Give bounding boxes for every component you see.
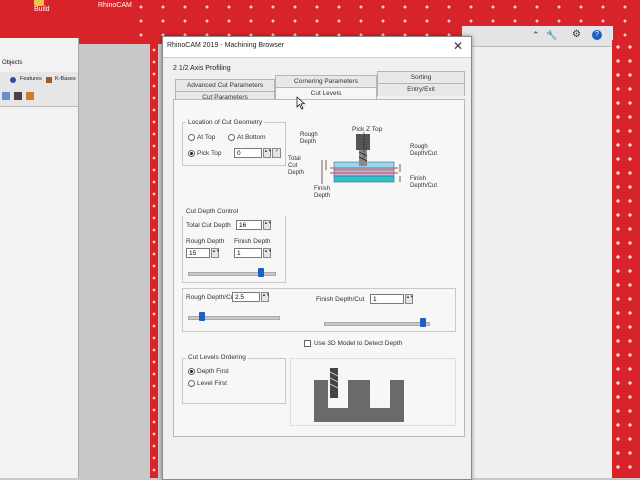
rough-depth-input[interactable]: 15 [186,248,210,258]
tool-icon[interactable] [26,92,34,100]
diagram-label-rough-depth-cut: Rough Depth/Cut [410,144,438,157]
diagram-label-pick-z-top: Pick Z Top [352,126,383,133]
app-name: RhinoCAM [98,2,132,9]
radio-at-bottom-label: At Bottom [237,134,266,141]
finish-depth-cut-slider-track[interactable] [324,322,430,326]
app-menu-label[interactable]: Build [34,6,50,13]
finish-depth-cut-spinner[interactable]: ▲▼ [405,294,414,304]
features-icon[interactable] [10,77,16,83]
radio-at-top[interactable] [188,134,195,141]
kbases-icon[interactable] [46,77,52,83]
diagram-label-rough-depth: Rough Depth [300,132,318,145]
radio-level-first[interactable] [188,380,195,387]
rough-depth-label: Rough Depth [186,238,225,245]
use-3d-model-label: Use 3D Model to Detect Depth [314,340,403,347]
rough-depth-spinner[interactable]: ▲▼ [211,248,220,258]
radio-level-first-label: Level First [197,380,227,387]
use-3d-model-checkbox[interactable] [304,340,311,347]
radio-pick-top-label: Pick Top [197,150,222,157]
right-panel [462,26,613,478]
cut-depth-group-title: Cut Depth Control [186,208,239,215]
pick-top-input[interactable]: 0 [234,148,262,158]
rough-depth-cut-label: Rough Depth/Cut [186,294,237,301]
diagram-label-finish-depth: Finish Depth [314,186,331,199]
rough-depth-cut-slider-thumb[interactable] [198,312,205,321]
depth-split-slider-thumb[interactable] [258,268,265,277]
pocket-profile [314,380,404,422]
chevron-up-icon[interactable]: ⌃ [532,30,540,41]
tool-holder [356,134,370,150]
finish-depth-cut-slider-thumb[interactable] [419,318,426,327]
radio-at-top-label: At Top [197,134,216,141]
location-group-title: Location of Cut Geometry [186,119,265,126]
operation-title: 2 1/2 Axis Profiling [173,65,231,72]
pick-point-button[interactable]: ↗ [272,148,281,158]
ordering-group-title: Cut Levels Ordering [186,354,248,361]
folder-icon[interactable] [34,0,44,6]
dialog-titlebar: RhinoCAM 2019 - Machining Browser [163,37,471,58]
pick-top-spinner[interactable]: ▲▼ [263,148,272,158]
tool-icon[interactable] [14,92,22,100]
gear-icon[interactable]: ⚙ [572,29,581,40]
features-tool[interactable]: Features [20,76,42,82]
stock-finish-layer [333,175,395,183]
close-icon[interactable]: ✕ [451,39,465,53]
radio-depth-first[interactable] [188,368,195,375]
radio-at-bottom[interactable] [228,134,235,141]
wrench-icon[interactable]: 🔧 [546,30,557,41]
cut-levels-panel: Location of Cut Geometry At Top At Botto… [173,99,465,437]
finish-depth-cut-input[interactable]: 1 [370,294,404,304]
tab-entry-exit[interactable]: Entry/Exit [377,83,465,96]
diagram-label-total-cut-depth: Total Cut Depth [288,156,305,176]
rough-depth-cut-input[interactable]: 2.5 [232,292,260,302]
location-group [182,122,286,166]
right-panel-toolbar: ⌃ 🔧 ⚙ ? [462,26,612,47]
left-panel-title: Objects [2,60,23,66]
total-cut-depth-input[interactable]: 16 [236,220,262,230]
radio-depth-first-label: Depth First [197,368,229,375]
total-cut-depth-spinner[interactable]: ▲▼ [263,220,272,230]
help-icon[interactable]: ? [592,30,602,40]
tool-icon[interactable] [2,92,10,100]
left-panel-toolbar: Features K-Bases [0,72,78,107]
right-strip-pattern [612,40,640,478]
total-cut-depth-label: Total Cut Depth [186,222,231,229]
kbases-tool[interactable]: K-Bases [55,76,76,82]
ordering-preview [314,368,404,422]
rough-depth-cut-spinner[interactable]: ▲▼ [261,292,270,302]
divider-pattern [150,44,158,478]
finish-depth-cut-label: Finish Depth/Cut [316,296,365,303]
dialog-title: RhinoCAM 2019 - Machining Browser [167,42,285,49]
radio-pick-top[interactable] [188,150,195,157]
finish-depth-label: Finish Depth [234,238,271,245]
mouse-cursor-icon [296,96,306,110]
finish-depth-input[interactable]: 1 [234,248,262,258]
finish-depth-spinner[interactable]: ▲▼ [263,248,272,258]
machining-browser-dialog: RhinoCAM 2019 - Machining Browser ✕ 2 1/… [162,36,472,480]
diagram-label-finish-depth-cut: Finish Depth/Cut [410,176,438,189]
